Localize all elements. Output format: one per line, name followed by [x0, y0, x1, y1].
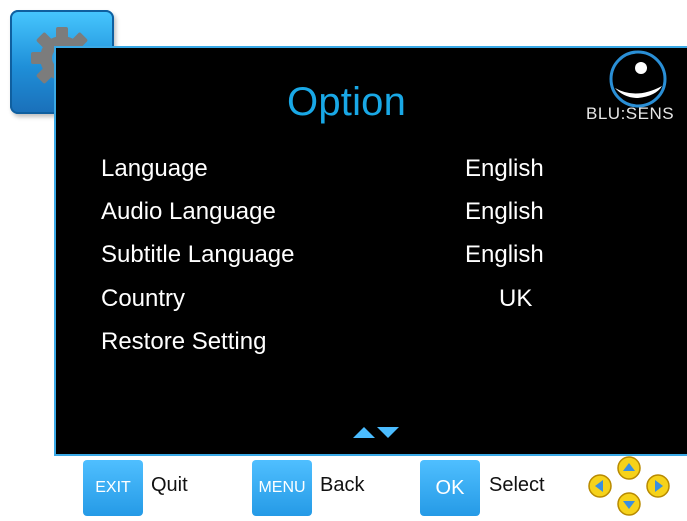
exit-hint-label: Quit [151, 474, 188, 496]
menu-button[interactable]: MENU [252, 460, 312, 516]
setting-row-subtitle-language[interactable]: Subtitle Language English [101, 235, 681, 273]
ok-key-text: OK [435, 476, 465, 499]
up-down-arrows-icon [353, 424, 399, 445]
footer-hints: EXIT Quit MENU Back OK Select [0, 456, 687, 516]
setting-row-language[interactable]: Language English [101, 149, 681, 187]
setting-label: Country [101, 285, 186, 312]
exit-button[interactable]: EXIT [83, 460, 143, 516]
setting-value: English [465, 155, 544, 182]
ok-hint-label: Select [489, 474, 545, 496]
setting-value: UK [499, 285, 533, 312]
setting-label: Subtitle Language [101, 241, 295, 268]
setting-row-restore-setting[interactable]: Restore Setting [101, 322, 681, 360]
ok-button[interactable]: OK [420, 460, 480, 516]
setting-label: Language [101, 155, 208, 182]
setting-label: Audio Language [101, 198, 276, 225]
setting-row-audio-language[interactable]: Audio Language English [101, 192, 681, 230]
setting-value: English [465, 198, 544, 225]
menu-key-text: MENU [258, 479, 306, 496]
blusens-logo-icon [609, 50, 667, 108]
page-title: Option [287, 80, 407, 124]
menu-hint-label: Back [320, 474, 365, 496]
setting-row-country[interactable]: Country UK [101, 279, 681, 317]
exit-key-text: EXIT [95, 479, 131, 496]
brand-logo-text: BLU:SENS [586, 104, 675, 123]
dpad-icon [586, 456, 678, 521]
setting-label: Restore Setting [101, 328, 267, 355]
brand-logo: BLU:SENS [586, 46, 687, 130]
setting-value: English [465, 241, 544, 268]
